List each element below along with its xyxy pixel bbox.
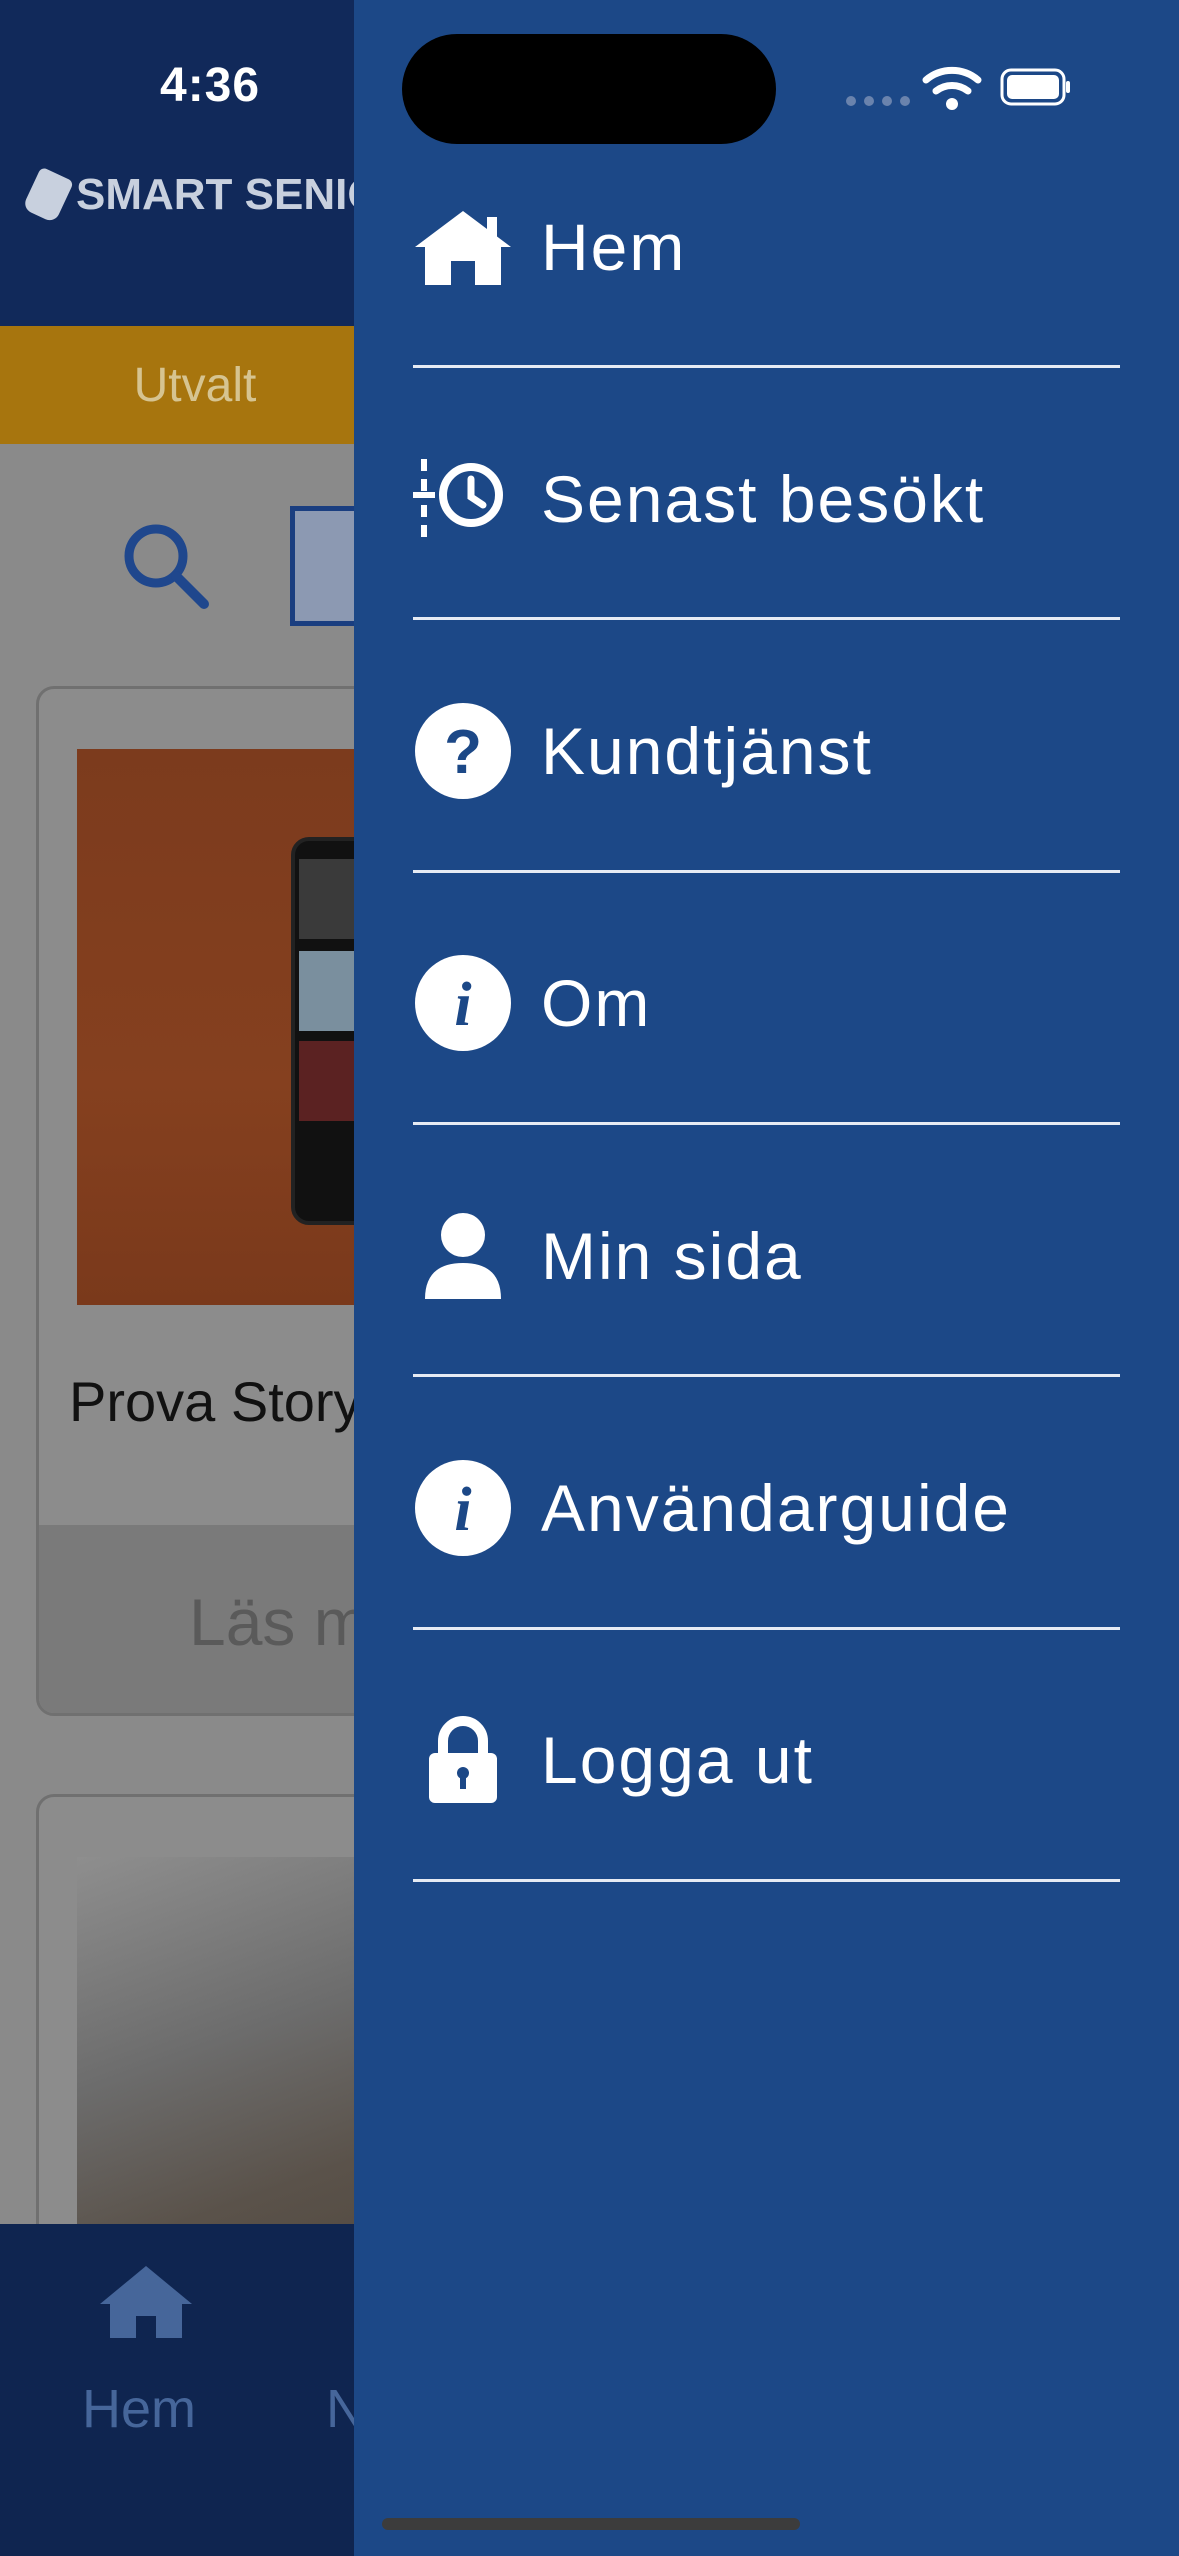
menu-item-senast-besokt[interactable]: Senast besökt: [413, 373, 1120, 625]
divider: [413, 1374, 1120, 1377]
home-icon: [413, 197, 513, 297]
menu-item-label: Senast besökt: [541, 462, 986, 536]
divider: [413, 1122, 1120, 1125]
bottom-nav-home[interactable]: Hem: [82, 2378, 196, 2440]
wifi-icon: [922, 66, 982, 110]
divider: [413, 365, 1120, 368]
menu-item-logga-ut[interactable]: Logga ut: [413, 1634, 1120, 1886]
menu-item-om[interactable]: i Om: [413, 877, 1120, 1129]
menu-item-label: Användarguide: [541, 1471, 1012, 1545]
tab-utvalt[interactable]: Utvalt: [0, 326, 390, 444]
menu-item-label: Hem: [541, 210, 687, 284]
divider: [413, 1879, 1120, 1882]
question-icon: ?: [413, 701, 513, 801]
search-icon[interactable]: [120, 520, 210, 610]
menu-item-hem[interactable]: Hem: [413, 121, 1120, 373]
lock-icon: [413, 1710, 513, 1810]
battery-icon: [1000, 68, 1070, 106]
signal-icon: [846, 96, 910, 106]
svg-text:?: ?: [444, 718, 482, 787]
menu-item-label: Kundtjänst: [541, 714, 873, 788]
home-icon[interactable]: [96, 2262, 196, 2342]
info-icon: i: [413, 1458, 513, 1558]
menu-item-label: Min sida: [541, 1219, 803, 1293]
menu-item-label: Logga ut: [541, 1723, 814, 1797]
menu-item-label: Om: [541, 966, 652, 1040]
home-indicator: [382, 2518, 800, 2530]
menu-item-kundtjanst[interactable]: ? Kundtjänst: [413, 625, 1120, 877]
menu-item-min-sida[interactable]: Min sida: [413, 1130, 1120, 1382]
divider: [413, 617, 1120, 620]
tag-icon: [21, 166, 75, 224]
info-icon: i: [413, 953, 513, 1053]
divider: [413, 1627, 1120, 1630]
menu-item-anvandarguide[interactable]: i Användarguide: [413, 1382, 1120, 1634]
svg-text:i: i: [454, 1476, 471, 1544]
history-icon: [413, 449, 513, 549]
user-icon: [413, 1206, 513, 1306]
status-time: 4:36: [160, 59, 261, 112]
article-title: Prova Story: [69, 1370, 362, 1433]
svg-text:i: i: [454, 971, 471, 1039]
divider: [413, 870, 1120, 873]
